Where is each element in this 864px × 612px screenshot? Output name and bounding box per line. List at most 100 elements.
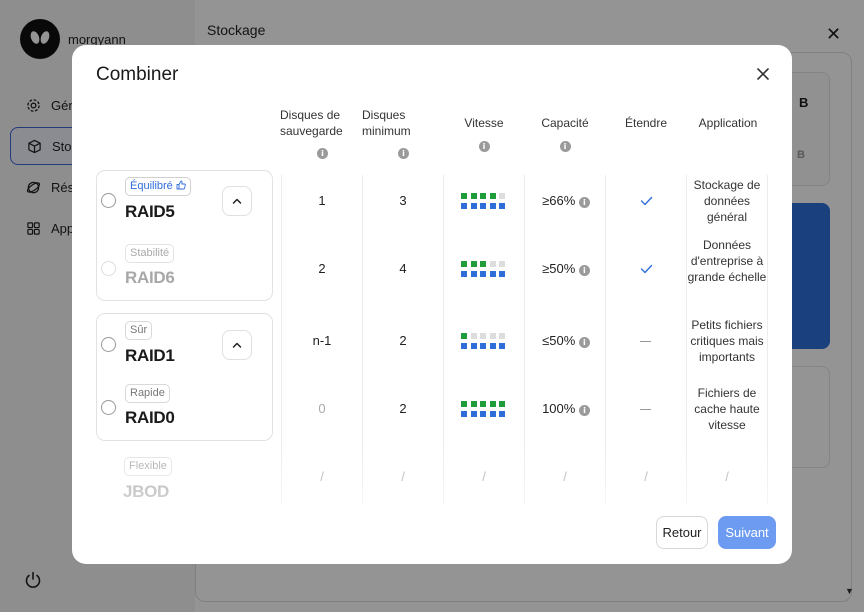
info-icon[interactable]: i xyxy=(578,337,590,348)
speed-square xyxy=(499,411,505,417)
col-header-application: Application xyxy=(698,116,758,130)
speed-square xyxy=(470,411,477,417)
speed-square xyxy=(470,261,477,267)
application-text: / xyxy=(725,469,729,484)
capacity-value: / xyxy=(563,469,567,484)
raid-name: RAID5 xyxy=(125,202,175,221)
raid-name: JBOD xyxy=(123,482,170,501)
thumbs-up-icon xyxy=(176,180,186,190)
min-disks-value: / xyxy=(401,469,405,484)
speed-square xyxy=(489,271,496,277)
backup-disks-value: 2 xyxy=(318,261,326,276)
back-button[interactable]: Retour xyxy=(656,516,708,549)
speed-square xyxy=(480,193,486,199)
speed-square xyxy=(489,401,496,407)
speed-square xyxy=(480,411,486,417)
dialog-title: Combiner xyxy=(96,64,179,85)
speed-square xyxy=(470,343,477,349)
status-badge: Sûr xyxy=(125,321,153,340)
speed-square xyxy=(489,203,496,209)
close-icon[interactable] xyxy=(754,65,772,83)
speed-square xyxy=(461,401,467,407)
backup-disks-value: 1 xyxy=(318,193,326,208)
backup-disks-value: n-1 xyxy=(312,333,332,348)
speed-square xyxy=(470,271,477,277)
raid1-radio[interactable] xyxy=(101,337,116,352)
speed-square xyxy=(499,343,505,349)
speed-square xyxy=(499,271,505,277)
speed-square xyxy=(461,193,467,199)
col-header-capacity: Capacité i xyxy=(541,116,589,152)
status-badge: Stabilité xyxy=(125,244,175,263)
speed-square xyxy=(489,333,496,339)
info-icon[interactable]: i xyxy=(578,197,590,208)
info-icon[interactable]: i xyxy=(578,405,590,416)
combine-dialog: Combiner Disques de sauvegarde i Disques… xyxy=(72,45,792,564)
check-icon xyxy=(640,264,653,274)
check-icon xyxy=(640,196,653,206)
speed-square xyxy=(470,193,477,199)
col-header-backup-disks: Disques de sauvegarde i xyxy=(280,108,343,159)
speed-square xyxy=(461,343,467,349)
backup-disks-value: 0 xyxy=(318,401,326,416)
capacity-value: 100% i xyxy=(536,401,596,416)
dash-icon xyxy=(640,409,651,410)
raid6-radio[interactable] xyxy=(101,261,116,276)
col-header-min-disks: Disques minimum i xyxy=(362,108,411,159)
speed-square xyxy=(480,203,486,209)
speed-square xyxy=(499,193,505,199)
min-disks-value: 4 xyxy=(399,261,407,276)
speed-indicator xyxy=(461,333,509,349)
speed-square xyxy=(480,401,486,407)
capacity-value: ≥66% i xyxy=(536,193,596,208)
raid-name: RAID6 xyxy=(125,268,175,287)
speed-square xyxy=(461,411,467,417)
info-icon[interactable]: i xyxy=(398,148,409,159)
speed-indicator xyxy=(461,193,509,209)
speed-square xyxy=(470,333,477,339)
info-icon[interactable]: i xyxy=(578,265,590,276)
speed-square xyxy=(480,333,486,339)
raid0-radio[interactable] xyxy=(101,400,116,415)
application-text: Petits fichiers critiques mais important… xyxy=(690,318,764,364)
capacity-value: ≥50% i xyxy=(536,261,596,276)
backup-disks-value: / xyxy=(320,469,324,484)
speed-square xyxy=(489,193,496,199)
speed-square xyxy=(461,333,467,339)
speed-square xyxy=(489,343,496,349)
collapse-button[interactable] xyxy=(222,186,252,216)
speed-square xyxy=(480,271,486,277)
chevron-up-icon xyxy=(232,198,242,204)
min-disks-value: 2 xyxy=(399,333,407,348)
speed-square xyxy=(461,261,467,267)
chevron-up-icon xyxy=(232,342,242,348)
scroll-fade xyxy=(72,445,792,515)
speed-indicator xyxy=(461,261,509,277)
speed-indicator xyxy=(461,401,509,417)
extend-value: / xyxy=(644,469,648,484)
info-icon[interactable]: i xyxy=(478,141,490,152)
speed-square xyxy=(499,261,505,267)
status-badge: Flexible xyxy=(124,457,172,476)
collapse-button[interactable] xyxy=(222,330,252,360)
raid5-radio[interactable] xyxy=(101,193,116,208)
dash-icon xyxy=(640,341,651,342)
raid-name: RAID0 xyxy=(125,408,175,427)
application-text: Stockage de données général xyxy=(693,178,761,224)
info-icon[interactable]: i xyxy=(559,141,571,152)
speed-square xyxy=(489,411,496,417)
min-disks-value: 3 xyxy=(399,193,407,208)
status-badge: Rapide xyxy=(125,384,170,403)
application-text: Données d'entreprise à grande échelle xyxy=(687,238,767,284)
speed-value: / xyxy=(482,469,486,484)
application-text: Fichiers de cache haute vitesse xyxy=(694,386,760,432)
raid-name: RAID1 xyxy=(125,346,175,365)
speed-square xyxy=(470,203,477,209)
speed-square xyxy=(480,343,486,349)
speed-square xyxy=(489,261,496,267)
status-badge: Équilibré xyxy=(125,177,191,196)
col-header-extend: Étendre xyxy=(624,116,668,130)
speed-square xyxy=(499,333,505,339)
next-button[interactable]: Suivant xyxy=(718,516,776,549)
info-icon[interactable]: i xyxy=(317,148,328,159)
